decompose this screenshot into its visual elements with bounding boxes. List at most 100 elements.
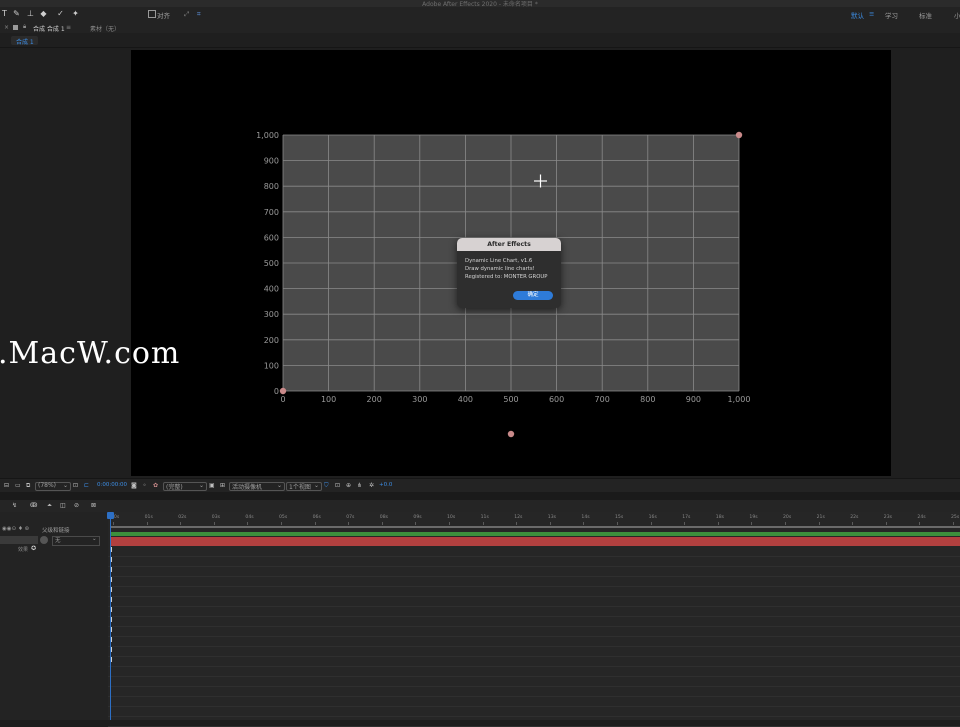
shy-layers-icon[interactable]: ↂ — [30, 502, 37, 509]
layer-duration-bar-red[interactable] — [110, 537, 960, 546]
track-row-divider — [108, 666, 960, 667]
reset-exposure-icon[interactable]: ✲ — [369, 482, 374, 489]
motion-blur-icon[interactable]: ◫ — [60, 502, 66, 509]
tab-composition[interactable]: 合成 合成 1 — [33, 24, 65, 33]
ruler-tick — [314, 522, 316, 525]
comp-menu-icon[interactable] — [13, 25, 18, 30]
frame-blending-icon[interactable]: ⏶ — [47, 502, 52, 510]
x-tick-label: 500 — [503, 395, 518, 404]
eraser-tool-icon[interactable]: ◆ — [39, 9, 48, 18]
ruler-tick — [482, 522, 484, 525]
ruler-tick — [146, 522, 148, 525]
parent-value: 无 — [55, 538, 61, 544]
breadcrumb-comp-1[interactable]: 合成 1 — [16, 37, 34, 46]
timeline-layer-panel: ◉◉⊙ ♦ ⊛ 父级和链接 无 ⌄ 效果 ✪ — [0, 512, 109, 720]
mask-view-icon[interactable]: ⧉ — [26, 482, 30, 490]
render-icon[interactable]: ⊠ — [91, 502, 96, 509]
chevron-down-icon: ⌄ — [92, 536, 97, 542]
ruler-label: 22s — [850, 515, 859, 520]
toggle-pixel-aspect-icon[interactable]: ⛉ — [324, 482, 329, 490]
track-row-divider — [108, 626, 960, 627]
ruler-label: 02s — [178, 515, 187, 520]
track-row-divider — [108, 656, 960, 657]
camera-snapshot-icon[interactable]: ◙ — [131, 482, 137, 489]
y-tick-label: 400 — [264, 285, 279, 294]
ruler-label: 01s — [144, 515, 153, 520]
monitor-icon[interactable]: ▭ — [15, 482, 21, 489]
layer-switch-row[interactable] — [0, 536, 38, 544]
draft-3d-icon[interactable]: ↯ — [12, 502, 17, 509]
ruler-label: 20s — [783, 515, 792, 520]
color-channel-icon[interactable]: ✿ — [153, 482, 158, 489]
always-preview-icon[interactable]: ⊟ — [4, 482, 9, 489]
workspace-standard[interactable]: 标准 — [919, 10, 932, 20]
work-area-bar[interactable] — [110, 526, 960, 528]
track-row-divider — [108, 566, 960, 567]
network-icon[interactable]: ⋔ — [357, 482, 362, 489]
ruler-tick — [919, 522, 921, 525]
ruler-label: 13s — [547, 515, 557, 520]
transparency-grid-icon[interactable]: ⊞ — [220, 482, 225, 489]
ruler-label: 25s — [951, 515, 960, 520]
layer-duration-bar-green[interactable] — [110, 532, 960, 536]
x-tick-label: 900 — [686, 395, 701, 404]
data-point[interactable] — [735, 131, 743, 139]
ruler-tick — [717, 522, 719, 525]
tab-footage[interactable]: 素材（无） — [90, 24, 120, 33]
flowchart-icon[interactable]: ⊡ — [335, 482, 340, 489]
workspace-learn[interactable]: 学习 — [885, 10, 898, 20]
track-row-divider — [108, 586, 960, 587]
snap-checkbox[interactable] — [148, 10, 156, 18]
type-tool-icon[interactable]: T — [0, 9, 9, 18]
panel-close-icon[interactable]: × — [4, 24, 9, 31]
ruler-label: 16s — [648, 515, 657, 520]
workspace-small[interactable]: 小 — [954, 10, 960, 20]
show-snapshot-icon[interactable]: ⚬ — [142, 482, 147, 489]
clone-stamp-tool-icon[interactable]: ⊥ — [26, 9, 35, 18]
ruler-tick — [113, 522, 114, 525]
dialog-title: After Effects — [457, 238, 561, 251]
y-tick-label: 500 — [264, 259, 279, 268]
track-row-divider — [108, 706, 960, 707]
snap-target-icon[interactable]: ⌗ — [197, 10, 201, 19]
composition-panel-tabs: × 🔒︎ 合成 合成 1 ≡ 素材（无） — [0, 21, 960, 33]
snap-options-icon[interactable]: ⤢ — [184, 10, 189, 19]
fast-preview-icon[interactable]: ▣ — [209, 482, 215, 489]
graph-editor-icon[interactable]: ⊘ — [74, 502, 79, 509]
pick-whip-icon[interactable] — [40, 536, 48, 544]
exposure-value[interactable]: +0.0 — [379, 482, 392, 488]
roto-brush-tool-icon[interactable]: ✓ — [56, 9, 65, 18]
track-row-divider — [108, 606, 960, 607]
dialog-ok-button[interactable]: 确定 — [513, 291, 553, 300]
ruler-tick — [449, 522, 450, 525]
timecode[interactable]: 0:00:00:00 — [97, 482, 127, 488]
track-row-divider — [108, 596, 960, 597]
data-point[interactable] — [279, 387, 287, 395]
plugin-info-dialog: After Effects Dynamic Line Chart, v1.6 D… — [457, 238, 561, 308]
effects-label[interactable]: 效果 — [18, 546, 28, 553]
resolution-grid-icon[interactable]: ⊡ — [73, 482, 78, 489]
y-tick-label: 800 — [264, 182, 279, 191]
ruler-label: 21s — [816, 515, 825, 520]
ruler-label: 19s — [749, 515, 758, 520]
viewer-control-bar: ⊟ ▭ ⧉ (78%) ⌄ ⊡ ⊏ 0:00:00:00 ◙ ⚬ ✿ (完整) … — [0, 478, 960, 493]
track-row-divider — [108, 556, 960, 557]
ruler-tick — [549, 522, 551, 525]
anchor-control-point[interactable] — [507, 430, 515, 438]
playhead-line — [110, 512, 111, 720]
ruler-label: 05s — [279, 515, 288, 520]
workspace-default[interactable]: 默认 — [851, 10, 864, 20]
track-row-divider — [108, 646, 960, 647]
puppet-pin-tool-icon[interactable]: ✦ — [71, 9, 80, 18]
playhead-handle[interactable] — [107, 512, 114, 519]
region-of-interest-icon[interactable]: ⊏ — [84, 482, 89, 489]
workspace-menu-icon[interactable]: ≡ — [869, 10, 874, 18]
resolution-value: (完整) — [166, 484, 183, 491]
timeline-icon[interactable]: ⊕ — [346, 482, 351, 489]
add-effect-icon[interactable]: ✪ — [31, 545, 36, 552]
layer-switches-icons[interactable]: ◉◉⊙ ♦ ⊛ — [2, 526, 29, 532]
lock-icon[interactable]: 🔒︎ — [23, 23, 26, 31]
ruler-label: 18s — [715, 515, 725, 520]
brush-tool-icon[interactable]: ✎ — [12, 9, 21, 18]
tab-menu-icon[interactable]: ≡ — [66, 24, 71, 31]
